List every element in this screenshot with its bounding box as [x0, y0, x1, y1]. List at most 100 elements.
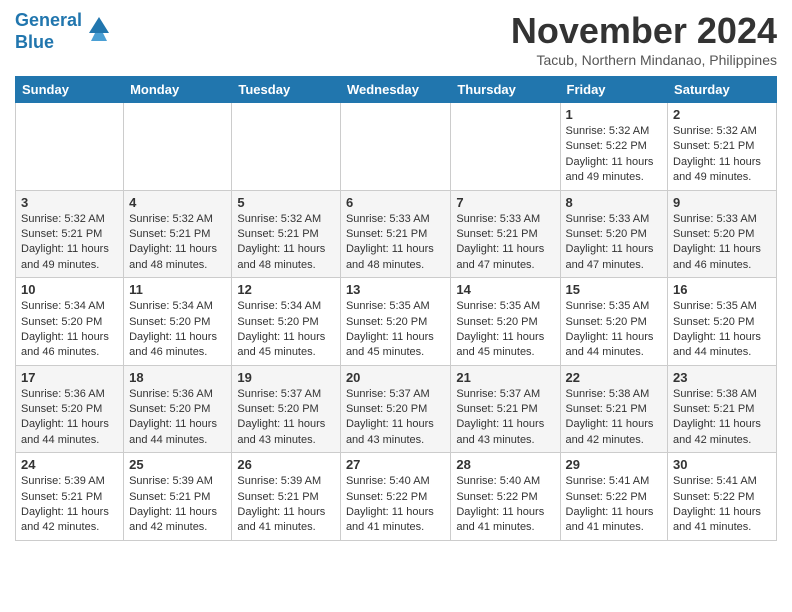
calendar-cell: 3 Sunrise: 5:32 AM Sunset: 5:21 PM Daylig… — [16, 190, 124, 278]
day-number: 28 — [456, 457, 554, 472]
calendar-cell: 21Sunrise: 5:37 AM Sunset: 5:21 PM Dayli… — [451, 365, 560, 453]
calendar-cell: 13 Sunrise: 5:35 AM Sunset: 5:20 PM Dayli… — [340, 278, 450, 366]
calendar-cell: 7 Sunrise: 5:33 AM Sunset: 5:21 PM Daylig… — [451, 190, 560, 278]
calendar-cell: 18 Sunrise: 5:36 AM Sunset: 5:20 PM Dayli… — [124, 365, 232, 453]
day-number: 19 — [237, 370, 335, 385]
calendar-cell: 14Sunrise: 5:35 AM Sunset: 5:20 PM Dayli… — [451, 278, 560, 366]
calendar-cell: 22 Sunrise: 5:38 AM Sunset: 5:21 PM Dayli… — [560, 365, 668, 453]
calendar-cell: 8Sunrise: 5:33 AM Sunset: 5:20 PM Daylig… — [560, 190, 668, 278]
day-info: Sunrise: 5:35 AM Sunset: 5:20 PM Dayligh… — [673, 299, 771, 361]
day-number: 4 — [129, 195, 226, 210]
calendar-header-row: SundayMondayTuesdayWednesdayThursdayFrid… — [16, 77, 777, 103]
day-info: Sunrise: 5:41 AM Sunset: 5:22 PM Dayligh… — [673, 474, 771, 536]
calendar-cell — [124, 103, 232, 191]
month-title: November 2024 — [511, 10, 777, 52]
day-info: Sunrise: 5:34 AM Sunset: 5:20 PM Dayligh… — [129, 299, 226, 361]
calendar-cell: 5 Sunrise: 5:32 AM Sunset: 5:21 PM Daylig… — [232, 190, 341, 278]
day-number: 22 — [566, 370, 663, 385]
calendar-cell: 25Sunrise: 5:39 AM Sunset: 5:21 PM Dayli… — [124, 453, 232, 541]
day-info: Sunrise: 5:33 AM Sunset: 5:21 PM Dayligh… — [456, 212, 554, 274]
weekday-header: Wednesday — [340, 77, 450, 103]
day-number: 29 — [566, 457, 663, 472]
day-number: 6 — [346, 195, 445, 210]
calendar-cell: 12 Sunrise: 5:34 AM Sunset: 5:20 PM Dayli… — [232, 278, 341, 366]
calendar-week-row: 1 Sunrise: 5:32 AM Sunset: 5:22 PM Daylig… — [16, 103, 777, 191]
calendar-week-row: 24 Sunrise: 5:39 AM Sunset: 5:21 PM Dayli… — [16, 453, 777, 541]
day-number: 2 — [673, 107, 771, 122]
day-info: Sunrise: 5:36 AM Sunset: 5:20 PM Dayligh… — [21, 387, 118, 449]
calendar-cell: 28Sunrise: 5:40 AM Sunset: 5:22 PM Dayli… — [451, 453, 560, 541]
calendar-table: SundayMondayTuesdayWednesdayThursdayFrid… — [15, 76, 777, 541]
logo-general: General — [15, 10, 82, 30]
day-number: 9 — [673, 195, 771, 210]
day-info: Sunrise: 5:34 AM Sunset: 5:20 PM Dayligh… — [237, 299, 335, 361]
day-info: Sunrise: 5:39 AM Sunset: 5:21 PM Dayligh… — [237, 474, 335, 536]
calendar-cell: 27 Sunrise: 5:40 AM Sunset: 5:22 PM Dayli… — [340, 453, 450, 541]
weekday-header: Monday — [124, 77, 232, 103]
calendar-cell: 10Sunrise: 5:34 AM Sunset: 5:20 PM Dayli… — [16, 278, 124, 366]
day-info: Sunrise: 5:33 AM Sunset: 5:21 PM Dayligh… — [346, 212, 445, 274]
calendar-cell: 16 Sunrise: 5:35 AM Sunset: 5:20 PM Dayli… — [668, 278, 777, 366]
calendar-cell: 15 Sunrise: 5:35 AM Sunset: 5:20 PM Dayli… — [560, 278, 668, 366]
day-number: 3 — [21, 195, 118, 210]
calendar-cell — [232, 103, 341, 191]
day-info: Sunrise: 5:39 AM Sunset: 5:21 PM Dayligh… — [21, 474, 118, 536]
day-info: Sunrise: 5:38 AM Sunset: 5:21 PM Dayligh… — [673, 387, 771, 449]
day-number: 12 — [237, 282, 335, 297]
day-info: Sunrise: 5:35 AM Sunset: 5:20 PM Dayligh… — [566, 299, 663, 361]
calendar-week-row: 17Sunrise: 5:36 AM Sunset: 5:20 PM Dayli… — [16, 365, 777, 453]
calendar-cell: 30 Sunrise: 5:41 AM Sunset: 5:22 PM Dayli… — [668, 453, 777, 541]
day-number: 24 — [21, 457, 118, 472]
calendar-cell: 6 Sunrise: 5:33 AM Sunset: 5:21 PM Daylig… — [340, 190, 450, 278]
day-info: Sunrise: 5:32 AM Sunset: 5:22 PM Dayligh… — [566, 124, 663, 186]
day-info: Sunrise: 5:33 AM Sunset: 5:20 PM Dayligh… — [566, 212, 663, 274]
day-number: 5 — [237, 195, 335, 210]
day-number: 16 — [673, 282, 771, 297]
calendar-week-row: 10Sunrise: 5:34 AM Sunset: 5:20 PM Dayli… — [16, 278, 777, 366]
weekday-header: Saturday — [668, 77, 777, 103]
weekday-header: Sunday — [16, 77, 124, 103]
day-info: Sunrise: 5:35 AM Sunset: 5:20 PM Dayligh… — [346, 299, 445, 361]
calendar-week-row: 3 Sunrise: 5:32 AM Sunset: 5:21 PM Daylig… — [16, 190, 777, 278]
calendar-cell: 26 Sunrise: 5:39 AM Sunset: 5:21 PM Dayli… — [232, 453, 341, 541]
day-info: Sunrise: 5:34 AM Sunset: 5:20 PM Dayligh… — [21, 299, 118, 361]
day-number: 20 — [346, 370, 445, 385]
day-number: 7 — [456, 195, 554, 210]
calendar-cell: 20 Sunrise: 5:37 AM Sunset: 5:20 PM Dayli… — [340, 365, 450, 453]
weekday-header: Thursday — [451, 77, 560, 103]
day-info: Sunrise: 5:38 AM Sunset: 5:21 PM Dayligh… — [566, 387, 663, 449]
page-container: General Blue November 2024 Tacub, Northe… — [0, 0, 792, 551]
day-number: 25 — [129, 457, 226, 472]
day-number: 30 — [673, 457, 771, 472]
header: General Blue November 2024 Tacub, Northe… — [15, 10, 777, 68]
day-number: 13 — [346, 282, 445, 297]
day-info: Sunrise: 5:32 AM Sunset: 5:21 PM Dayligh… — [21, 212, 118, 274]
day-info: Sunrise: 5:32 AM Sunset: 5:21 PM Dayligh… — [129, 212, 226, 274]
day-number: 1 — [566, 107, 663, 122]
logo-blue: Blue — [15, 32, 54, 52]
calendar-cell: 1 Sunrise: 5:32 AM Sunset: 5:22 PM Daylig… — [560, 103, 668, 191]
day-info: Sunrise: 5:33 AM Sunset: 5:20 PM Dayligh… — [673, 212, 771, 274]
calendar-cell: 24 Sunrise: 5:39 AM Sunset: 5:21 PM Dayli… — [16, 453, 124, 541]
calendar-cell: 9 Sunrise: 5:33 AM Sunset: 5:20 PM Daylig… — [668, 190, 777, 278]
title-block: November 2024 Tacub, Northern Mindanao, … — [511, 10, 777, 68]
day-number: 11 — [129, 282, 226, 297]
day-number: 27 — [346, 457, 445, 472]
calendar-cell — [16, 103, 124, 191]
day-info: Sunrise: 5:36 AM Sunset: 5:20 PM Dayligh… — [129, 387, 226, 449]
day-info: Sunrise: 5:37 AM Sunset: 5:20 PM Dayligh… — [346, 387, 445, 449]
day-number: 26 — [237, 457, 335, 472]
day-number: 23 — [673, 370, 771, 385]
day-number: 18 — [129, 370, 226, 385]
day-number: 15 — [566, 282, 663, 297]
day-info: Sunrise: 5:37 AM Sunset: 5:21 PM Dayligh… — [456, 387, 554, 449]
day-info: Sunrise: 5:35 AM Sunset: 5:20 PM Dayligh… — [456, 299, 554, 361]
calendar-cell — [451, 103, 560, 191]
logo-text: General Blue — [15, 10, 82, 53]
calendar-cell: 29Sunrise: 5:41 AM Sunset: 5:22 PM Dayli… — [560, 453, 668, 541]
weekday-header: Tuesday — [232, 77, 341, 103]
day-info: Sunrise: 5:32 AM Sunset: 5:21 PM Dayligh… — [237, 212, 335, 274]
subtitle: Tacub, Northern Mindanao, Philippines — [511, 52, 777, 68]
calendar-cell: 19Sunrise: 5:37 AM Sunset: 5:20 PM Dayli… — [232, 365, 341, 453]
day-info: Sunrise: 5:40 AM Sunset: 5:22 PM Dayligh… — [346, 474, 445, 536]
